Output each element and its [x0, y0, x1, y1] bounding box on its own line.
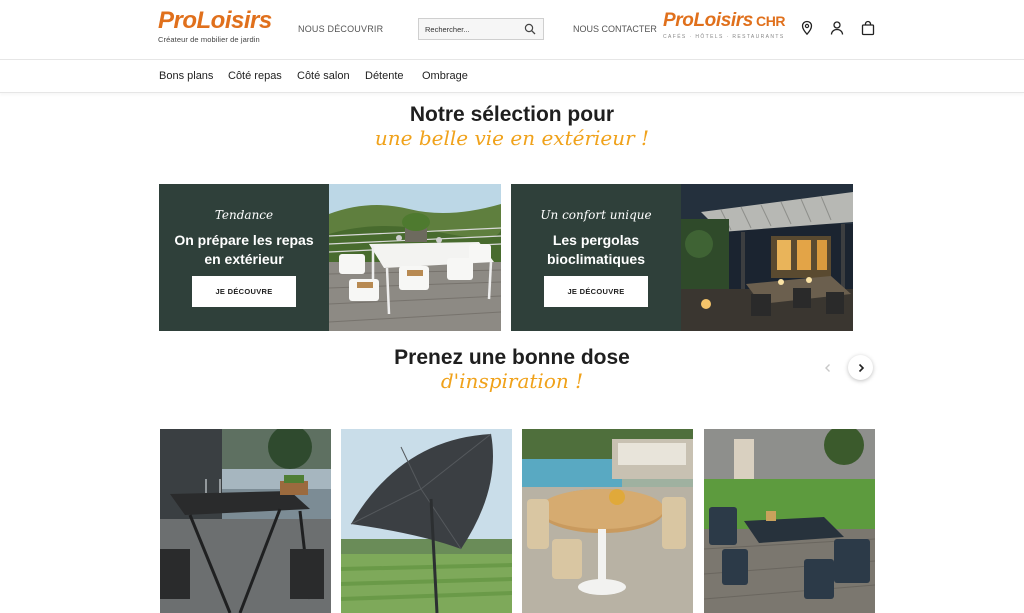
nav-item-cote-salon[interactable]: Côté salon — [297, 70, 350, 82]
carousel-next-button[interactable] — [848, 355, 873, 380]
inspiration-tile[interactable] — [704, 429, 875, 613]
promo-card-pergolas[interactable]: Un confort unique Les pergolas bioclimat… — [511, 184, 853, 331]
chevron-right-icon — [858, 363, 864, 372]
nav-item-ombrage[interactable]: Ombrage — [422, 70, 468, 82]
bistro-table-photo — [160, 429, 331, 613]
category-nav: Bons plans Côté repas Côté salon Détente… — [0, 61, 1024, 93]
location-pin-icon[interactable] — [799, 20, 815, 36]
chr-wordmark: ProLoisirs CHR — [663, 10, 786, 32]
logo-tagline: Créateur de mobilier de jardin — [158, 35, 260, 44]
promo-heading-line: bioclimatiques — [546, 251, 646, 267]
metal-chairs-photo — [704, 429, 875, 613]
discover-button[interactable]: JE DÉCOUVRE — [192, 276, 296, 307]
chevron-left-icon — [824, 363, 830, 372]
discover-button[interactable]: JE DÉCOUVRE — [544, 276, 648, 307]
parasol-photo — [341, 429, 512, 613]
promo-heading-line: Les pergolas — [552, 232, 640, 248]
inspiration-tile[interactable] — [160, 429, 331, 613]
promo-image-terrace[interactable] — [329, 184, 501, 331]
promo-kicker: Tendance — [214, 208, 274, 222]
promo-text-panel: Un confort unique Les pergolas bioclimat… — [511, 184, 681, 331]
round-table-pool-photo — [522, 429, 693, 613]
site-header: ProLoisirs Créateur de mobilier de jardi… — [0, 0, 1024, 60]
promo-heading-line: On prépare les repas — [174, 232, 314, 248]
promo-kicker: Un confort unique — [540, 208, 652, 222]
shopping-bag-icon[interactable] — [860, 20, 876, 36]
chr-tagline: CAFÉS · HÔTELS · RESTAURANTS — [663, 34, 785, 40]
carousel-prev-button[interactable] — [815, 355, 840, 380]
nav-contact-link[interactable]: NOUS CONTACTER — [573, 24, 657, 34]
promo-text-panel: Tendance On prépare les repas en extérie… — [159, 184, 329, 331]
logo-wordmark: ProLoisirs — [158, 7, 272, 34]
promo-heading: On prépare les repas en extérieur — [159, 231, 329, 269]
selection-subtitle: une belle vie en extérieur ! — [374, 126, 650, 150]
nav-discover-link[interactable]: NOUS DÉCOUVRIR — [298, 24, 383, 34]
search-input[interactable] — [419, 19, 519, 40]
pergola-night-photo — [681, 184, 853, 331]
promo-card-repas[interactable]: Tendance On prépare les repas en extérie… — [159, 184, 501, 331]
proloisirs-logo[interactable]: ProLoisirs Créateur de mobilier de jardi… — [158, 7, 272, 45]
nav-item-detente[interactable]: Détente — [365, 70, 404, 82]
promo-heading: Les pergolas bioclimatiques — [511, 231, 681, 269]
nav-item-bons-plans[interactable]: Bons plans — [159, 70, 213, 82]
inspiration-tile[interactable] — [341, 429, 512, 613]
chr-suffix: CHR — [755, 13, 786, 29]
inspiration-tile[interactable] — [522, 429, 693, 613]
promo-image-pergola[interactable] — [681, 184, 853, 331]
search-box[interactable] — [418, 18, 544, 40]
promo-heading-line: en extérieur — [204, 251, 284, 267]
terrace-dining-photo — [329, 184, 501, 331]
nav-item-cote-repas[interactable]: Côté repas — [228, 70, 282, 82]
user-icon[interactable] — [829, 20, 845, 36]
proloisirs-chr-logo[interactable]: ProLoisirs CHR CAFÉS · HÔTELS · RESTAURAN… — [663, 10, 786, 40]
selection-title: Notre sélection pour — [409, 103, 615, 126]
chr-wordmark-text: ProLoisirs — [663, 10, 753, 31]
search-icon[interactable] — [524, 23, 536, 35]
